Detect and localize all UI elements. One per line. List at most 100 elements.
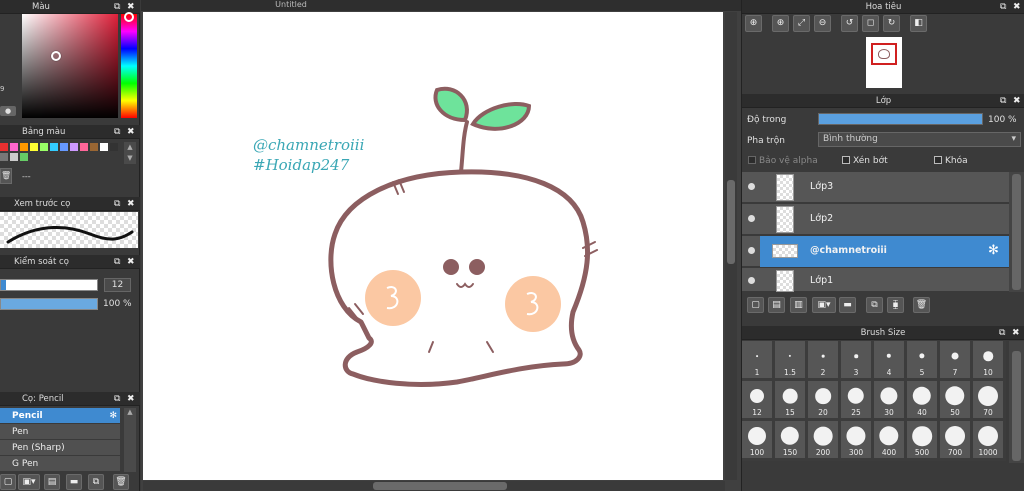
vertical-scrollbar[interactable]: [725, 12, 737, 480]
flip-icon[interactable]: ◧: [910, 15, 927, 32]
popout-icon[interactable]: ⧉: [999, 326, 1005, 340]
brush-size-cell[interactable]: 1.5: [775, 341, 806, 379]
hue-slider[interactable]: [121, 14, 137, 118]
brush-size-cell[interactable]: 10: [973, 341, 1004, 379]
lock-checkbox[interactable]: Khóa: [934, 156, 968, 166]
brush-size-slider[interactable]: [0, 279, 98, 291]
add-brush-dropdown[interactable]: ▣▾: [18, 474, 40, 490]
brush-size-cell[interactable]: 3: [841, 341, 872, 379]
palette-swatch[interactable]: [0, 153, 8, 161]
brush-size-cell[interactable]: 5: [907, 341, 938, 379]
zoom-plus-icon[interactable]: ⊕: [772, 15, 789, 32]
visibility-icon[interactable]: [748, 215, 755, 222]
drawing-canvas[interactable]: @chamnetroiii #Hoidap247: [143, 12, 723, 480]
delete-brush-button[interactable]: 🗑: [113, 474, 129, 490]
palette-swatch[interactable]: [40, 143, 48, 151]
brush-item[interactable]: Pen (Sharp): [0, 440, 120, 456]
brush-settings-button[interactable]: ▤: [44, 474, 60, 490]
popout-icon[interactable]: ⧉: [114, 125, 120, 139]
brush-size-header[interactable]: Brush Size ⧉ ✖: [742, 326, 1024, 340]
new-layer-icon[interactable]: ▢: [747, 297, 764, 313]
clipping-checkbox[interactable]: Xén bớt: [842, 156, 888, 166]
brush-size-cell[interactable]: 70: [973, 381, 1004, 419]
visibility-icon[interactable]: [748, 247, 755, 254]
layer-row[interactable]: Lớp1: [742, 268, 1024, 292]
close-icon[interactable]: ✖: [1012, 326, 1020, 340]
popout-icon[interactable]: ⧉: [114, 255, 120, 269]
layer-opacity-slider[interactable]: [818, 113, 983, 125]
color-picker-cursor[interactable]: [51, 51, 61, 61]
close-icon[interactable]: ✖: [127, 197, 135, 211]
new-layer-alt-icon[interactable]: ▤: [768, 297, 785, 313]
visibility-icon[interactable]: [748, 183, 755, 190]
palette-swatch[interactable]: [70, 143, 78, 151]
duplicate-icon[interactable]: ⧉: [88, 474, 104, 490]
add-layer-dropdown[interactable]: ▣▾: [812, 297, 836, 313]
new-brush-button[interactable]: ▢: [0, 474, 16, 490]
brush-item[interactable]: G Pen: [0, 456, 120, 472]
protect-alpha-checkbox[interactable]: Bảo vệ alpha: [748, 156, 818, 166]
popout-icon[interactable]: ⧉: [114, 197, 120, 211]
brush-size-scrollbar[interactable]: [1009, 341, 1024, 463]
copy-layer-icon[interactable]: ▥: [790, 297, 807, 313]
layers-scroll-thumb[interactable]: [1012, 174, 1021, 290]
folder-icon[interactable]: ▬: [839, 297, 856, 313]
close-icon[interactable]: ✖: [1013, 94, 1021, 108]
zoom-in-icon[interactable]: ⊕: [745, 15, 762, 32]
brush-size-cell[interactable]: 400: [874, 421, 905, 459]
palette-swatch[interactable]: [110, 143, 118, 151]
brush-size-field[interactable]: 12: [104, 278, 131, 292]
brush-size-scroll-thumb[interactable]: [1012, 351, 1021, 461]
palette-swatch[interactable]: [20, 143, 28, 151]
close-icon[interactable]: ✖: [127, 125, 135, 139]
rotate-right-icon[interactable]: ↻: [883, 15, 900, 32]
brush-size-cell[interactable]: 30: [874, 381, 905, 419]
brush-size-cell[interactable]: 40: [907, 381, 938, 419]
horizontal-scroll-thumb[interactable]: [373, 482, 507, 490]
brush-item[interactable]: Pencil ✻: [0, 408, 120, 424]
layer-row[interactable]: Lớp2: [742, 204, 1024, 235]
blend-mode-select[interactable]: Bình thường ▾: [818, 132, 1021, 147]
brush-size-cell[interactable]: 20: [808, 381, 839, 419]
brush-panel-header[interactable]: Cọ: Pencil ⧉ ✖: [0, 392, 140, 406]
palette-scrollbar[interactable]: ▲ ▼: [124, 142, 136, 164]
palette-swatch[interactable]: [20, 153, 28, 161]
navigator-header[interactable]: Hoa tiêu ⧉ ✖: [742, 0, 1024, 14]
eyedropper-button[interactable]: ●: [0, 106, 16, 116]
palette-swatch[interactable]: [100, 143, 108, 151]
palette-swatch[interactable]: [50, 143, 58, 151]
brush-size-cell[interactable]: 50: [940, 381, 971, 419]
horizontal-scrollbar[interactable]: [143, 481, 725, 491]
layer-row[interactable]: Lớp3: [742, 172, 1024, 203]
duplicate-layer-icon[interactable]: ⧉: [866, 297, 883, 313]
popout-icon[interactable]: ⧉: [1000, 94, 1006, 108]
close-icon[interactable]: ✖: [1013, 0, 1021, 14]
brush-size-cell[interactable]: 2: [808, 341, 839, 379]
merge-layer-icon[interactable]: ⧯: [887, 297, 904, 313]
preview-panel-header[interactable]: Xem trước cọ ⧉ ✖: [0, 197, 140, 211]
brush-size-cell[interactable]: 500: [907, 421, 938, 459]
gear-icon[interactable]: ✻: [109, 408, 117, 424]
palette-panel-header[interactable]: Bảng màu ⧉ ✖: [0, 125, 140, 139]
canvas-tab[interactable]: Untitled: [141, 0, 441, 11]
brush-size-cell[interactable]: 12: [742, 381, 773, 419]
brush-item[interactable]: Pen: [0, 424, 120, 440]
brush-size-cell[interactable]: 7: [940, 341, 971, 379]
brush-size-cell[interactable]: 1: [742, 341, 773, 379]
fit-screen-icon[interactable]: ⤢: [793, 15, 810, 32]
palette-swatch[interactable]: [90, 143, 98, 151]
brush-size-cell[interactable]: 150: [775, 421, 806, 459]
palette-swatch[interactable]: [10, 143, 18, 151]
brush-list-scrollbar[interactable]: ▲: [124, 408, 136, 472]
reset-view-icon[interactable]: ◻: [862, 15, 879, 32]
brush-size-cell[interactable]: 25: [841, 381, 872, 419]
palette-delete-button[interactable]: 🗑: [0, 168, 12, 184]
folder-icon[interactable]: ▬: [66, 474, 82, 490]
color-picker-square[interactable]: [22, 14, 118, 118]
layers-header[interactable]: Lớp ⧉ ✖: [742, 94, 1024, 108]
control-panel-header[interactable]: Kiểm soát cọ ⧉ ✖: [0, 255, 140, 269]
brush-size-cell[interactable]: 4: [874, 341, 905, 379]
palette-swatch[interactable]: [80, 143, 88, 151]
gear-icon[interactable]: ✻: [988, 243, 999, 258]
zoom-out-icon[interactable]: ⊖: [814, 15, 831, 32]
